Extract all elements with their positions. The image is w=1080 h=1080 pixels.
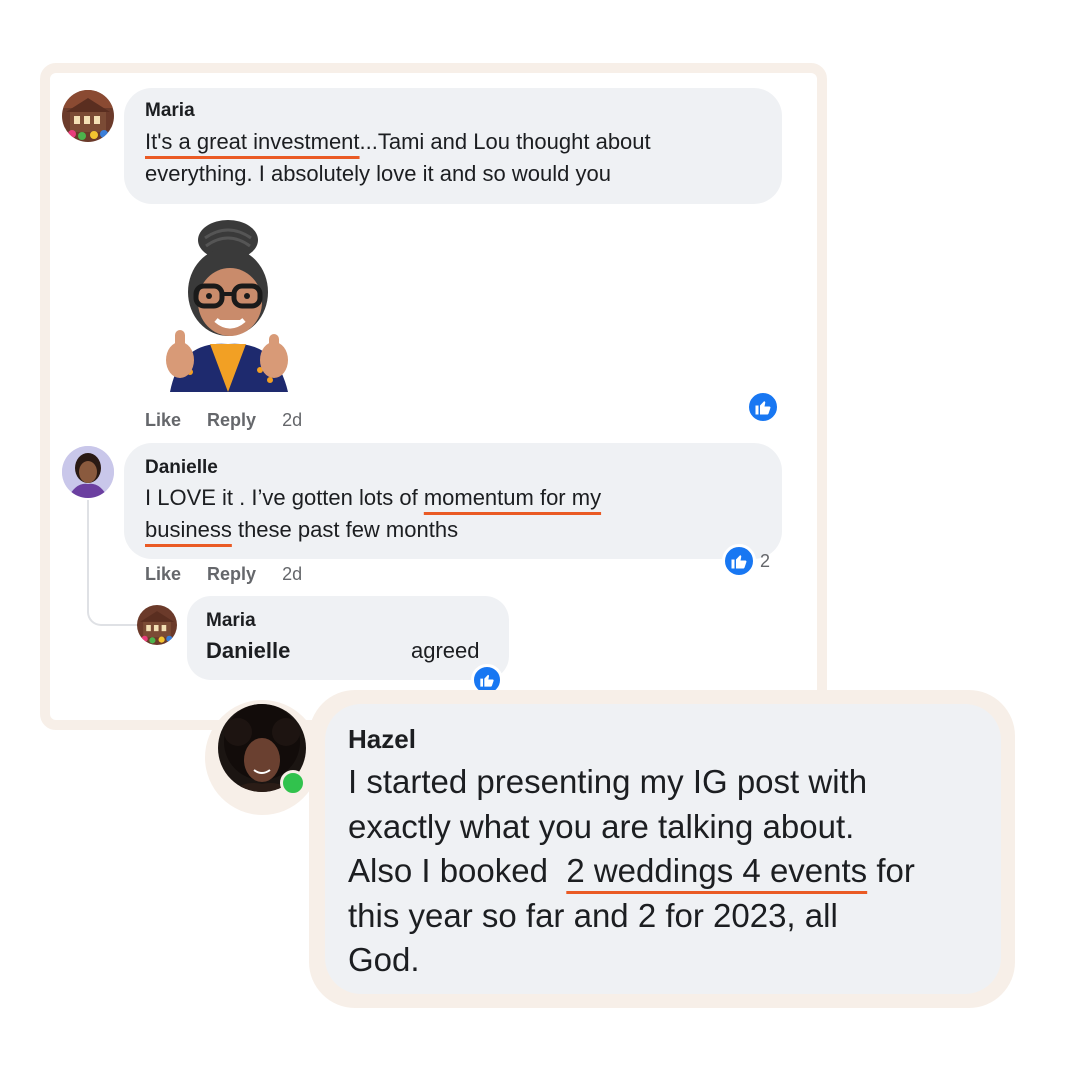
comment-actions: Like Reply 2d bbox=[145, 564, 328, 585]
reaction-count[interactable]: 2 bbox=[760, 551, 770, 572]
like-link[interactable]: Like bbox=[145, 410, 181, 430]
comment-author[interactable]: Maria bbox=[145, 100, 195, 122]
highlight-text: momentum for my bbox=[423, 485, 602, 510]
featured-text-line: I started presenting my IG post with bbox=[348, 763, 868, 800]
thumbs-up-icon[interactable] bbox=[722, 544, 756, 578]
highlight-text: 2 weddings 4 events bbox=[566, 852, 868, 889]
comment-author[interactable]: Danielle bbox=[145, 457, 218, 479]
avatar-danielle[interactable] bbox=[62, 446, 114, 498]
reply-text: agreed bbox=[411, 638, 480, 663]
featured-text-line: exactly what you are talking about. bbox=[348, 807, 855, 845]
featured-text: I started presenting my IG post with exa… bbox=[348, 760, 998, 983]
featured-author[interactable]: Hazel bbox=[348, 724, 416, 755]
comment-text-part: I LOVE it . I’ve gotten lots of bbox=[145, 485, 424, 510]
reply-link[interactable]: Reply bbox=[207, 564, 256, 584]
featured-text-line: God. bbox=[348, 941, 420, 978]
thumbs-up-icon[interactable] bbox=[746, 390, 780, 424]
comment-text: It's a great investment...Tami and Lou t… bbox=[145, 126, 765, 190]
comment-text: I LOVE it . I’ve gotten lots of momentum… bbox=[145, 482, 765, 546]
comment-time[interactable]: 2d bbox=[282, 564, 302, 584]
comment-actions: Like Reply 2d bbox=[145, 410, 328, 431]
featured-comment: Hazel I started presenting my IG post wi… bbox=[205, 690, 1015, 1008]
avatar-maria-reply[interactable] bbox=[137, 605, 177, 645]
reply-author[interactable]: Maria bbox=[206, 610, 256, 632]
like-link[interactable]: Like bbox=[145, 564, 181, 584]
comment-text-part: these past few months bbox=[231, 517, 459, 542]
highlight-text: business bbox=[145, 517, 232, 542]
featured-text-part: for bbox=[867, 852, 915, 889]
reply-mention[interactable]: Danielle bbox=[206, 638, 290, 664]
featured-text-part: Also I booked bbox=[348, 852, 567, 889]
comment-text-part: ...Tami and Lou thought about bbox=[359, 129, 651, 154]
sticker-avatar-thumbs-up bbox=[150, 220, 295, 400]
reply-link[interactable]: Reply bbox=[207, 410, 256, 430]
comment-time[interactable]: 2d bbox=[282, 410, 302, 430]
comment-text-part: everything. I absolutely love it and so … bbox=[145, 161, 611, 186]
highlight-text: It's a great investment bbox=[145, 129, 360, 154]
avatar-maria[interactable] bbox=[62, 90, 114, 142]
online-status-dot bbox=[280, 770, 306, 796]
featured-text-line: this year so far and 2 for 2023, all bbox=[348, 896, 838, 934]
